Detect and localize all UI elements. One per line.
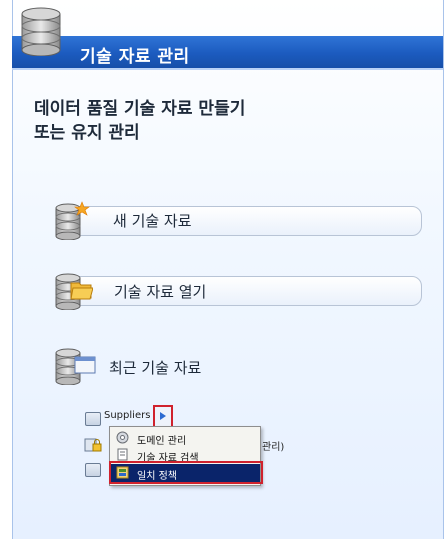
matching-policy-highlight	[109, 461, 263, 484]
recent-item-suppliers[interactable]: Suppliers	[104, 410, 150, 421]
open-knowledge-base-label: 기술 자료 열기	[114, 283, 207, 301]
recent-database-icon	[55, 348, 96, 385]
headline-line-2: 또는 유지 관리	[34, 123, 140, 143]
headline: 데이터 품질 기술 자료 만들기 또는 유지 관리	[34, 97, 394, 145]
recent-item-expand-button[interactable]	[153, 405, 173, 428]
recent-item-2-partial-label: 관리)	[262, 442, 285, 453]
domain-management-icon	[116, 431, 129, 444]
page-title: 기술 자료 관리	[80, 47, 190, 67]
open-folder-database-icon	[55, 273, 93, 310]
recent-knowledge-base-label: 최근 기술 자료	[109, 359, 202, 377]
header-bar	[12, 36, 443, 70]
knowledge-base-item-icon-3	[85, 463, 101, 477]
locked-knowledge-base-icon	[84, 438, 102, 452]
new-knowledge-base-label: 새 기술 자료	[113, 212, 192, 230]
new-database-icon	[55, 201, 90, 240]
knowledge-base-item-icon	[85, 412, 101, 426]
menu-item-domain-management[interactable]: 도메인 관리	[110, 429, 260, 447]
headline-line-1: 데이터 품질 기술 자료 만들기	[34, 99, 246, 119]
database-icon	[21, 7, 61, 56]
knowledge-discovery-icon	[117, 448, 128, 461]
chevron-right-icon	[160, 412, 166, 420]
menu-item-domain-management-label: 도메인 관리	[137, 436, 187, 447]
